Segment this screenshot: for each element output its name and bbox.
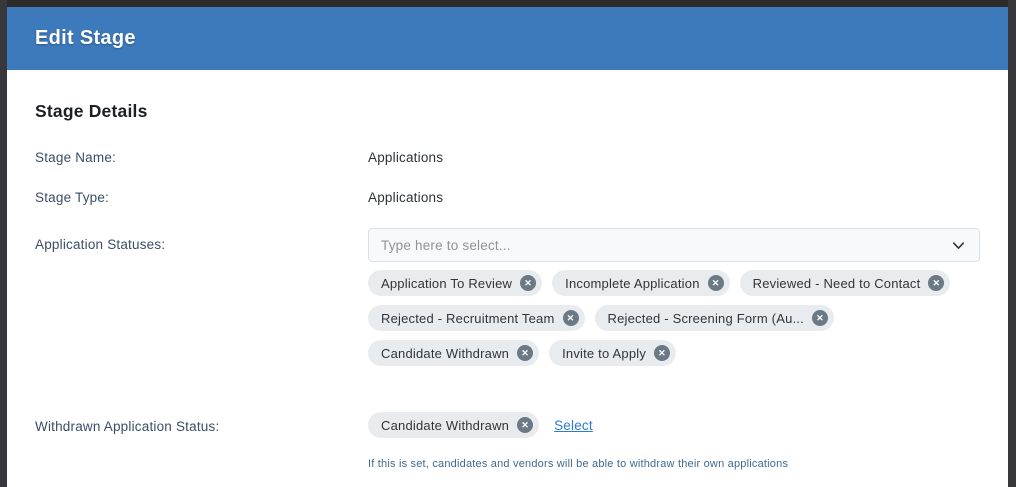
backdrop-right xyxy=(1008,0,1016,487)
statuses-search-input[interactable] xyxy=(381,237,947,253)
select-withdrawn-status-link[interactable]: Select xyxy=(554,418,593,433)
chip-remove-icon[interactable]: ✕ xyxy=(928,275,945,291)
withdrawn-status-label: Withdrawn Application Status: xyxy=(35,419,220,434)
chip-label: Application To Review xyxy=(381,275,513,291)
backdrop-top xyxy=(0,0,1016,7)
chip-label: Invite to Apply xyxy=(562,345,647,361)
status-chip: Rejected - Recruitment Team ✕ xyxy=(368,305,585,331)
edit-stage-dialog: Edit Stage Stage Details Stage Name: App… xyxy=(7,7,1008,487)
combobox-toggle-button[interactable] xyxy=(947,234,969,256)
dialog-body: Stage Details Stage Name: Applications S… xyxy=(7,70,1008,487)
stage-name-label: Stage Name: xyxy=(35,150,116,165)
withdrawn-status-chip: Candidate Withdrawn ✕ xyxy=(368,412,540,438)
chip-remove-icon[interactable]: ✕ xyxy=(707,275,724,291)
status-chip: Rejected - Screening Form (Au... ✕ xyxy=(594,305,834,331)
chip-label: Rejected - Recruitment Team xyxy=(381,310,555,326)
chip-remove-icon[interactable]: ✕ xyxy=(517,345,534,361)
chevron-down-icon xyxy=(951,238,966,253)
stage-name-row: Stage Name: Applications xyxy=(35,148,980,165)
status-chip: Invite to Apply ✕ xyxy=(549,340,677,366)
section-title: Stage Details xyxy=(35,101,148,121)
chip-remove-icon[interactable]: ✕ xyxy=(520,275,537,291)
stage-name-value: Applications xyxy=(368,150,444,165)
status-chip: Candidate Withdrawn ✕ xyxy=(368,340,540,366)
statuses-combobox[interactable] xyxy=(368,228,980,262)
withdrawn-status-chip-list: Candidate Withdrawn ✕ xyxy=(368,412,540,438)
application-statuses-label: Application Statuses: xyxy=(35,237,166,252)
status-chip: Application To Review ✕ xyxy=(368,270,543,296)
withdrawn-helper-text: If this is set, candidates and vendors w… xyxy=(368,458,789,470)
stage-type-row: Stage Type: Applications xyxy=(35,188,980,205)
selected-statuses-list: Application To Review ✕ Incomplete Applica… xyxy=(368,270,980,366)
withdrawn-status-row: Withdrawn Application Status: Candidate … xyxy=(35,412,980,470)
stage-type-value: Applications xyxy=(368,190,444,205)
status-chip: Incomplete Application ✕ xyxy=(552,270,730,296)
status-chip: Reviewed - Need to Contact ✕ xyxy=(739,270,951,296)
chip-remove-icon[interactable]: ✕ xyxy=(654,345,671,361)
chip-label: Rejected - Screening Form (Au... xyxy=(607,310,804,326)
chip-remove-icon[interactable]: ✕ xyxy=(562,310,579,326)
dialog-title: Edit Stage xyxy=(35,27,136,49)
chip-label: Candidate Withdrawn xyxy=(381,345,510,361)
backdrop-left xyxy=(0,0,7,487)
chip-label: Incomplete Application xyxy=(565,275,700,291)
dialog-header: Edit Stage xyxy=(7,7,1008,70)
chip-remove-icon[interactable]: ✕ xyxy=(517,417,534,433)
application-statuses-row: Application Statuses: Application To Rev… xyxy=(35,228,980,366)
stage-type-label: Stage Type: xyxy=(35,190,110,205)
chip-label: Candidate Withdrawn xyxy=(381,417,510,433)
chip-label: Reviewed - Need to Contact xyxy=(752,275,921,291)
chip-remove-icon[interactable]: ✕ xyxy=(811,310,828,326)
